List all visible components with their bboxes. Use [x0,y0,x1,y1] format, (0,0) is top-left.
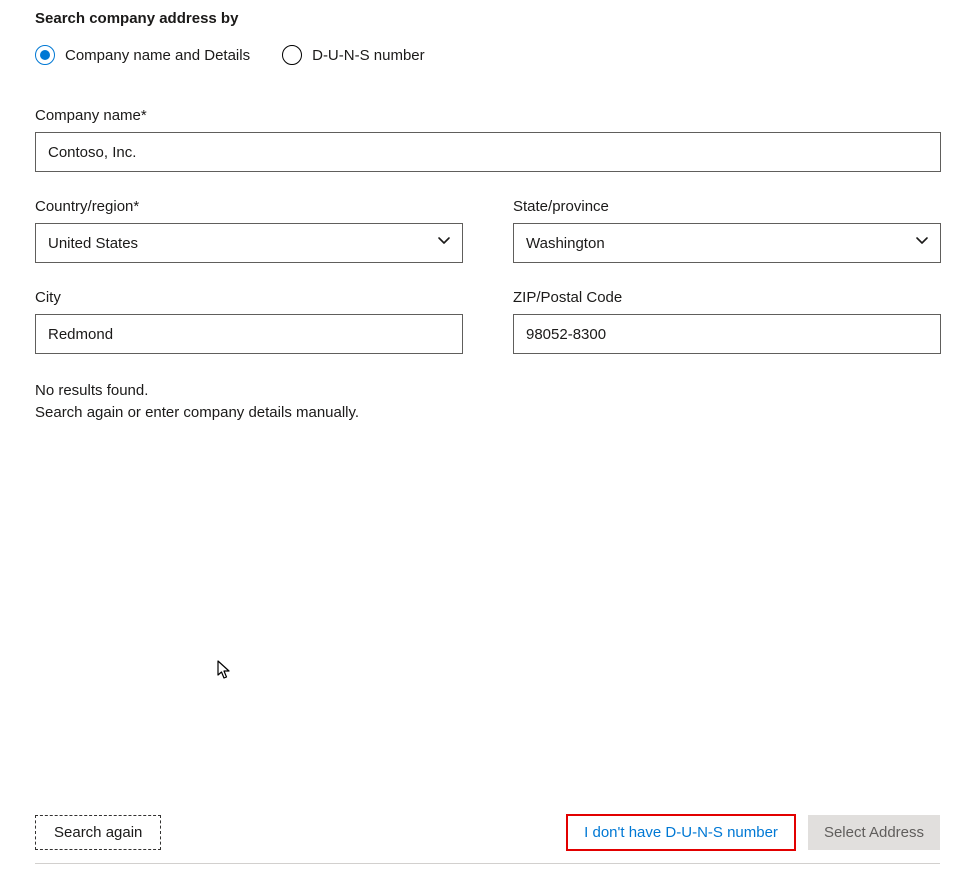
country-select[interactable]: United States [35,223,463,263]
radio-unselected-icon [282,45,302,65]
city-field-wrap: City [35,289,463,354]
search-by-radio-group: Company name and Details D-U-N-S number [35,45,940,65]
radio-duns-number[interactable]: D-U-N-S number [282,45,425,65]
state-select[interactable]: Washington [513,223,941,263]
no-duns-link[interactable]: I don't have D-U-N-S number [574,818,788,847]
search-again-button[interactable]: Search again [35,815,161,850]
city-label: City [35,289,463,306]
results-message: No results found. Search again or enter … [35,380,940,424]
city-input[interactable] [35,314,463,354]
company-name-label: Company name* [35,107,941,124]
state-label: State/province [513,198,941,215]
zip-input[interactable] [513,314,941,354]
radio-company-name-details[interactable]: Company name and Details [35,45,250,65]
results-line1: No results found. [35,380,940,402]
cursor-icon [217,660,233,685]
company-name-field-wrap: Company name* [35,107,941,172]
state-field-wrap: State/province Washington [513,198,941,263]
select-address-button: Select Address [808,815,940,850]
footer-bar: Search again I don't have D-U-N-S number… [35,814,940,864]
no-duns-highlight: I don't have D-U-N-S number [566,814,796,851]
section-heading: Search company address by [35,10,940,27]
country-field-wrap: Country/region* United States [35,198,463,263]
company-name-input[interactable] [35,132,941,172]
radio-label: D-U-N-S number [312,47,425,64]
radio-selected-icon [35,45,55,65]
country-label: Country/region* [35,198,463,215]
form-grid: Company name* Country/region* United Sta… [35,107,940,354]
results-line2: Search again or enter company details ma… [35,402,940,424]
zip-label: ZIP/Postal Code [513,289,941,306]
zip-field-wrap: ZIP/Postal Code [513,289,941,354]
radio-label: Company name and Details [65,47,250,64]
